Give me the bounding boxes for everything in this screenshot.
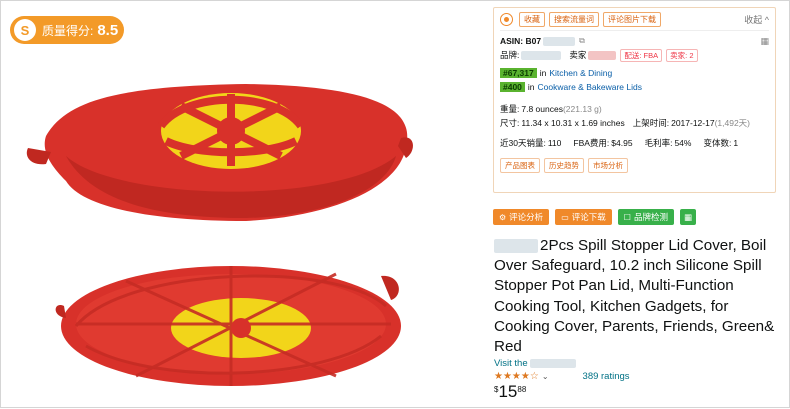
bsr-rank-main: #67,317 xyxy=(500,68,537,78)
asin-label: ASIN: B07 xyxy=(500,36,542,46)
weight-value: 7.8 ounces xyxy=(521,104,563,114)
brand-icon: ☐ xyxy=(623,212,631,222)
calculator-icon: ▦ xyxy=(683,211,692,222)
comment-icon: ▭ xyxy=(561,212,569,222)
price-fraction: 88 xyxy=(517,385,527,394)
weight-grams: (221.13 g) xyxy=(562,104,602,114)
product-photo xyxy=(26,84,413,386)
product-chart-tag[interactable]: 产品图表 xyxy=(500,158,540,173)
visit-store-link[interactable]: Visit the xyxy=(494,358,577,369)
listing-date-value: 2017-12-17 xyxy=(671,118,715,128)
rating-dropdown-chevron-icon[interactable]: ⌄ xyxy=(542,372,549,381)
seller-info-panel: 收藏 搜索流量词 评论图片下载 收起 ^ ASIN: B07 ⧉ ▦ 品牌: 卖… xyxy=(493,7,776,193)
review-download-label: 评论下载 xyxy=(571,212,606,222)
action-bar: ⚙ 评论分析 ▭ 评论下载 ☐ 品牌检测 ▦ xyxy=(493,209,702,225)
fba-fee-value: $4.95 xyxy=(611,138,633,148)
visit-store-prefix: Visit the xyxy=(494,358,528,369)
seller-count-tag[interactable]: 卖家: 2 xyxy=(666,48,698,62)
seller-label: 卖家 xyxy=(569,50,587,60)
brand-check-label: 品牌检测 xyxy=(633,212,668,222)
collapse-toggle[interactable]: 收起 ^ xyxy=(744,13,769,26)
review-analysis-button[interactable]: ⚙ 评论分析 xyxy=(493,209,550,225)
price-currency: $ xyxy=(494,385,499,394)
variants-label: 变体数: xyxy=(703,138,732,148)
quality-score-value: 8.5 xyxy=(97,21,119,39)
price-whole: 15 xyxy=(498,382,518,401)
bottom-lid-illustration xyxy=(55,266,401,386)
analysis-icon: ⚙ xyxy=(499,212,507,222)
review-image-download-button[interactable]: 评论图片下载 xyxy=(603,11,661,27)
brand-redacted xyxy=(521,50,562,60)
size-value: 11.34 x 10.31 x 1.69 inches xyxy=(521,118,625,128)
seller-redacted xyxy=(588,50,617,60)
fba-tag: 配送: FBA xyxy=(620,48,663,62)
ratings-count-link[interactable]: 389 ratings xyxy=(583,371,630,382)
fba-fee-label: FBA费用: xyxy=(573,138,610,148)
weight-label: 重量: xyxy=(500,104,520,114)
monthly-sales-value: 110 xyxy=(547,138,562,148)
product-image[interactable] xyxy=(6,6,484,404)
monthly-sales-label: 近30天销量: xyxy=(500,138,546,148)
price: $1588 xyxy=(494,382,526,402)
rank1-category-link[interactable]: Kitchen & Dining xyxy=(549,68,612,78)
rating-stars-icon[interactable]: ★★★★☆ xyxy=(494,371,539,382)
listing-date-label: 上架时间: xyxy=(632,118,670,128)
rank2-category-link[interactable]: Cookware & Bakeware Lids xyxy=(538,82,642,92)
product-title: 2Pcs Spill Stopper Lid Cover, Boil Over … xyxy=(494,236,784,357)
plugin-logo-icon xyxy=(500,12,513,26)
store-name-redacted xyxy=(530,358,577,368)
bsr-rank-sub: #400 xyxy=(500,82,525,92)
market-analysis-tag[interactable]: 市场分析 xyxy=(588,158,628,173)
review-analysis-label: 评论分析 xyxy=(509,212,544,222)
margin-value: 54% xyxy=(674,138,692,148)
product-title-text: 2Pcs Spill Stopper Lid Cover, Boil Over … xyxy=(494,237,775,356)
variants-value: 1 xyxy=(733,138,739,148)
history-trend-tag[interactable]: 历史趋势 xyxy=(544,158,584,173)
rank2-in-text: in xyxy=(527,82,535,92)
brand-check-button[interactable]: ☐ 品牌检测 xyxy=(617,209,674,225)
favorite-button[interactable]: 收藏 xyxy=(519,11,545,27)
review-download-button[interactable]: ▭ 评论下载 xyxy=(555,209,612,225)
quality-score-badge: S 质量得分: 8.5 xyxy=(10,16,124,44)
rating-row: ★★★★☆ ⌄ 389 ratings xyxy=(494,371,630,382)
rank1-in-text: in xyxy=(539,68,547,78)
size-label: 尺寸: xyxy=(500,118,520,128)
brand-label: 品牌: xyxy=(500,50,520,60)
calculator-button[interactable]: ▦ xyxy=(679,209,696,225)
quality-score-label: 质量得分: xyxy=(42,23,94,38)
top-lid-illustration xyxy=(26,84,413,221)
search-traffic-keywords-button[interactable]: 搜索流量词 xyxy=(549,11,599,27)
copy-icon[interactable]: ⧉ xyxy=(579,36,585,46)
listing-days: (1,492天) xyxy=(714,118,751,128)
brand-logo-icon: S xyxy=(14,19,36,41)
margin-label: 毛利率: xyxy=(644,138,673,148)
brand-name-redacted xyxy=(494,238,538,253)
asin-redacted xyxy=(543,36,576,46)
chart-icon[interactable]: ▦ xyxy=(760,36,769,47)
